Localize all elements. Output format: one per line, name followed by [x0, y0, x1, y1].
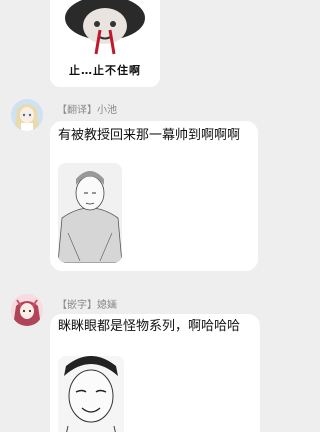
- avatar-xihua[interactable]: [11, 294, 43, 326]
- message-bubble[interactable]: 眯眯眼都是怪物系列，啊哈哈哈: [50, 314, 260, 432]
- chat-view: 止…止不住啊 【翻译】小池 有被教授回来那一幕帅到啊啊啊 【嵌字】媳婳 眯眯眼都…: [0, 0, 303, 432]
- sender-nickname: 小池: [97, 105, 117, 116]
- sender-name: 【翻译】小池: [57, 101, 117, 116]
- avatar-xiaochi[interactable]: [11, 99, 43, 131]
- sender-role-tag: 【嵌字】: [57, 300, 97, 311]
- sticker-caption: 止…止不住啊: [69, 64, 141, 77]
- meme-face-sticker-icon: [65, 0, 145, 55]
- anime-character-avatar-icon: [11, 294, 43, 326]
- manga-panel-icon: [58, 163, 122, 263]
- message-text: 眯眯眼都是怪物系列，啊哈哈哈: [58, 319, 241, 334]
- sender-name: 【嵌字】媳婳: [57, 296, 117, 311]
- message-bubble[interactable]: 有被教授回来那一幕帅到啊啊啊: [50, 121, 258, 271]
- sender-nickname: 媳婳: [97, 300, 117, 311]
- message-text: 有被教授回来那一幕帅到啊啊啊: [58, 128, 241, 143]
- comic-image[interactable]: [58, 163, 122, 263]
- sender-role-tag: 【翻译】: [57, 105, 97, 116]
- comic-image[interactable]: [58, 356, 124, 432]
- manga-panel-icon: [58, 356, 124, 432]
- anime-girl-avatar-icon: [11, 99, 43, 131]
- sticker-message[interactable]: 止…止不住啊: [50, 0, 160, 87]
